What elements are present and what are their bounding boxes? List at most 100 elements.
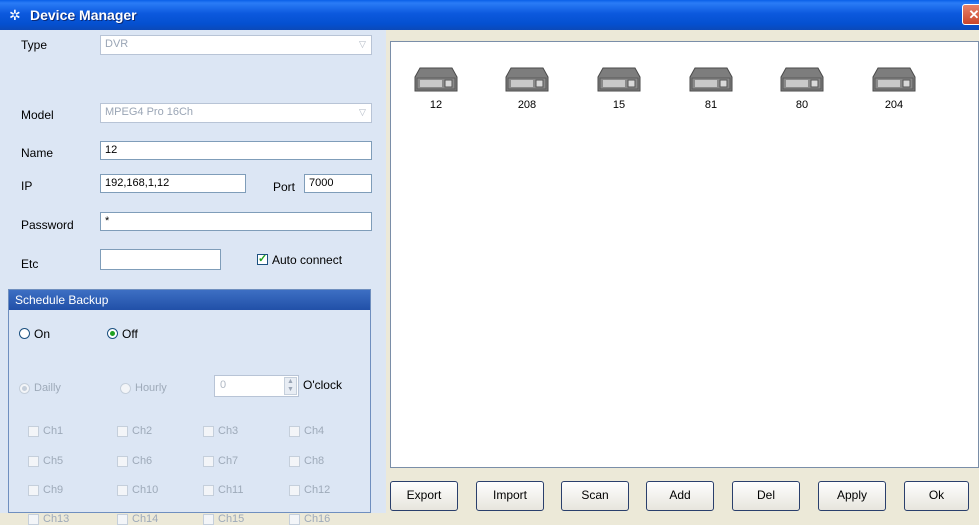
auto-connect-checkbox[interactable]: Auto connect (257, 252, 342, 267)
title-bar[interactable]: ✲ Device Manager ✕ (0, 0, 979, 30)
dvr-icon (505, 67, 549, 92)
channel-checkbox[interactable]: Ch12 (289, 484, 330, 496)
channel-label: Ch4 (304, 425, 325, 438)
model-label: Model (21, 108, 54, 122)
device-label: 80 (795, 99, 809, 111)
checkbox-icon (203, 513, 214, 525)
channel-label: Ch11 (218, 484, 244, 497)
device-list-panel: 12 208 15 81 80 204 Export Import Scan A… (386, 30, 979, 513)
checkbox-icon (203, 425, 214, 437)
add-button[interactable]: Add (646, 481, 714, 511)
password-field[interactable]: * (100, 212, 372, 231)
device-label: 15 (612, 99, 626, 111)
radio-icon (19, 328, 30, 340)
on-radio[interactable]: On (19, 326, 50, 341)
channel-label: Ch15 (218, 513, 245, 525)
channel-checkbox[interactable]: Ch10 (117, 484, 158, 496)
channel-checkbox[interactable]: Ch13 (28, 513, 69, 525)
ip-label: IP (21, 179, 33, 193)
model-value: MPEG4 Pro 16Ch (105, 106, 194, 118)
channel-label: Ch12 (304, 484, 331, 497)
oclock-label: O'clock (303, 378, 342, 392)
checkbox-icon (28, 484, 39, 496)
scan-button[interactable]: Scan (561, 481, 629, 511)
ok-button[interactable]: Ok (904, 481, 969, 511)
off-radio[interactable]: Off (107, 326, 138, 341)
device-settings-panel: Type DVR ▽ Model MPEG4 Pro 16Ch ▽ Name 1… (0, 30, 386, 525)
channel-label: Ch5 (43, 455, 64, 468)
channel-checkbox[interactable]: Ch9 (28, 484, 63, 496)
channel-checkbox[interactable]: Ch16 (289, 513, 330, 525)
checkbox-icon (117, 484, 128, 496)
ip-field[interactable]: 192,168,1,12 (100, 174, 246, 193)
stepper-arrows-icon[interactable]: ▲ ▼ (284, 377, 297, 395)
channel-label: Ch16 (304, 513, 331, 525)
password-label: Password (21, 218, 74, 232)
etc-label: Etc (21, 257, 39, 271)
daily-label: Dailly (34, 382, 61, 395)
apply-button[interactable]: Apply (818, 481, 886, 511)
checkbox-icon (289, 513, 300, 525)
checkbox-icon (28, 425, 39, 437)
channel-label: Ch9 (43, 484, 64, 497)
channel-checkbox[interactable]: Ch5 (28, 455, 63, 467)
checkbox-icon (289, 455, 300, 467)
checkbox-icon (117, 513, 128, 525)
type-select[interactable]: DVR ▽ (100, 35, 372, 55)
import-button[interactable]: Import (476, 481, 544, 511)
device-item[interactable]: 204 (864, 65, 924, 111)
channel-label: Ch7 (218, 455, 239, 468)
channel-checkbox[interactable]: Ch2 (117, 425, 152, 437)
export-button[interactable]: Export (390, 481, 458, 511)
channel-checkbox[interactable]: Ch11 (203, 484, 243, 496)
dvr-icon (689, 67, 733, 92)
del-button[interactable]: Del (732, 481, 800, 511)
checkbox-icon (117, 455, 128, 467)
chevron-down-icon: ▽ (359, 107, 366, 117)
checkbox-icon (289, 484, 300, 496)
channel-checkbox[interactable]: Ch7 (203, 455, 238, 467)
device-label: 208 (517, 99, 537, 111)
channel-checkbox[interactable]: Ch6 (117, 455, 152, 467)
daily-radio[interactable]: Dailly (19, 382, 61, 394)
dvr-icon (597, 67, 641, 92)
channel-label: Ch8 (304, 455, 325, 468)
channel-checkbox[interactable]: Ch14 (117, 513, 158, 525)
radio-icon (19, 382, 30, 394)
schedule-backup-group: Schedule Backup On Off Dailly Hourly 0 ▲… (8, 289, 371, 525)
type-label: Type (21, 38, 48, 52)
chevron-down-icon: ▽ (359, 39, 366, 49)
channel-checkbox[interactable]: Ch15 (203, 513, 244, 525)
hour-stepper[interactable]: 0 ▲ ▼ (214, 375, 299, 397)
device-label: 204 (884, 99, 904, 111)
schedule-backup-title: Schedule Backup (9, 290, 370, 310)
close-button[interactable]: ✕ (962, 4, 979, 25)
channel-label: Ch2 (132, 425, 153, 438)
window-title: Device Manager (30, 7, 137, 23)
device-label: 81 (704, 99, 718, 111)
dvr-icon (872, 67, 916, 92)
channel-checkbox[interactable]: Ch3 (203, 425, 238, 437)
device-item[interactable]: 15 (589, 65, 649, 111)
radio-icon (107, 328, 118, 340)
port-field[interactable]: 7000 (304, 174, 372, 193)
device-label: 12 (429, 99, 443, 111)
device-item[interactable]: 208 (497, 65, 557, 111)
radio-icon (120, 382, 131, 394)
hourly-radio[interactable]: Hourly (120, 382, 167, 394)
name-field[interactable]: 12 (100, 141, 372, 160)
checkbox-icon (203, 455, 214, 467)
etc-field[interactable] (100, 249, 221, 270)
model-select[interactable]: MPEG4 Pro 16Ch ▽ (100, 103, 372, 123)
channel-checkbox[interactable]: Ch4 (289, 425, 324, 437)
channel-checkbox[interactable]: Ch8 (289, 455, 324, 467)
port-label: Port (273, 180, 296, 194)
channel-label: Ch3 (218, 425, 239, 438)
dvr-icon (780, 67, 824, 92)
checkbox-icon (28, 455, 39, 467)
device-item[interactable]: 12 (406, 65, 466, 111)
device-item[interactable]: 80 (772, 65, 832, 111)
channel-label: Ch14 (132, 513, 159, 525)
channel-checkbox[interactable]: Ch1 (28, 425, 63, 437)
device-item[interactable]: 81 (681, 65, 741, 111)
